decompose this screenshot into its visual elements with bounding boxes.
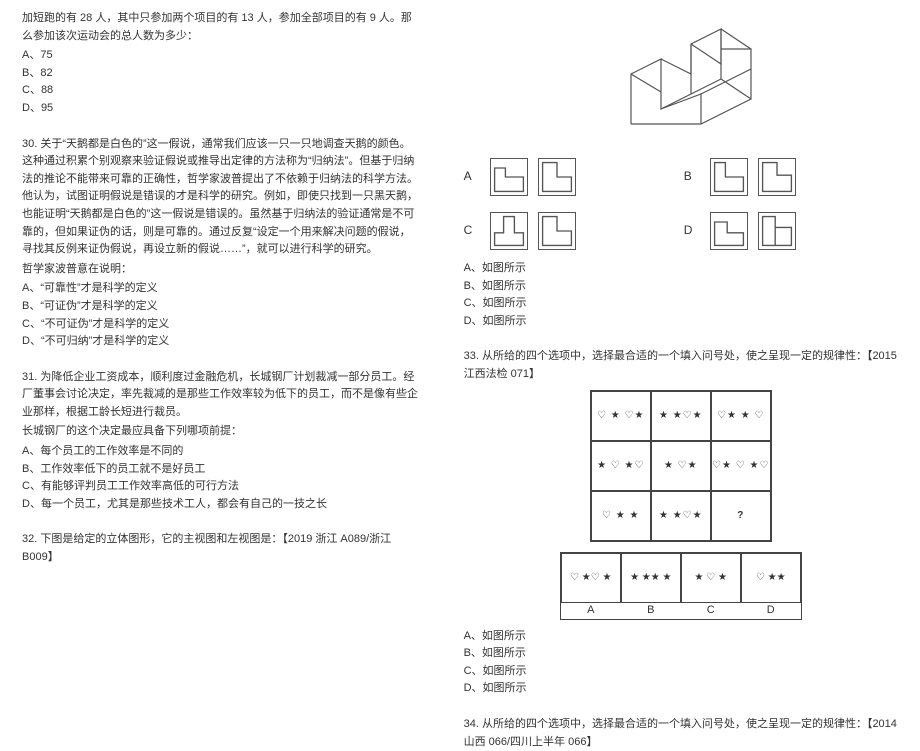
q31-text: 31. 为降低企业工资成本，顺利度过金融危机，长城钢厂计划裁减一部分员工。经厂董… bbox=[22, 369, 420, 422]
q32-choice-b-shapes bbox=[710, 158, 898, 196]
q33-question-mark: ? bbox=[711, 491, 771, 541]
q33-cell: ♡ ★ ★ bbox=[591, 491, 651, 541]
q33-cell: ★ ♡★ bbox=[651, 441, 711, 491]
q32-choices-text: A、如图所示 B、如图所示 C、如图所示 D、如图所示 bbox=[464, 260, 898, 330]
q32-choice-b: B、如图所示 bbox=[464, 278, 898, 296]
q33-ans-label: B bbox=[621, 603, 681, 619]
q29-choice-d: D、95 bbox=[22, 100, 420, 118]
question-32: 32. 下图是给定的立体图形，它的主视图和左视图是：【2019 浙江 A089/… bbox=[22, 531, 420, 566]
q33-ans-cell: ★ ★★ ★ bbox=[621, 553, 681, 603]
q33-choice-a: A、如图所示 bbox=[464, 628, 898, 646]
q33-choice-b: B、如图所示 bbox=[464, 645, 898, 663]
q33-cell: ♡ ★ ♡★ bbox=[591, 391, 651, 441]
question-31: 31. 为降低企业工资成本，顺利度过金融危机，长城钢厂计划裁减一部分员工。经厂董… bbox=[22, 369, 420, 514]
isometric-shape-icon bbox=[601, 14, 761, 144]
question-33: 33. 从所给的四个选项中，选择最合适的一个填入问号处，使之呈现一定的规律性：【… bbox=[464, 348, 898, 698]
q33-ans-label: A bbox=[561, 603, 621, 619]
q31-choice-c: C、有能够评判员工工作效率高低的可行方法 bbox=[22, 478, 420, 496]
q29-choice-a: A、75 bbox=[22, 47, 420, 65]
label-d: D bbox=[684, 221, 704, 240]
q32-choice-d-shapes bbox=[710, 212, 898, 250]
q29-text: 加短跑的有 28 人，其中只参加两个项目的有 13 人，参加全部项目的有 9 人… bbox=[22, 10, 420, 45]
question-29: 加短跑的有 28 人，其中只参加两个项目的有 13 人，参加全部项目的有 9 人… bbox=[22, 10, 420, 118]
q30-text: 30. 关于“天鹅都是白色的”这一假说，通常我们应该一只一只地调查天鹅的颜色。这… bbox=[22, 136, 420, 259]
q32-text: 32. 下图是给定的立体图形，它的主视图和左视图是：【2019 浙江 A089/… bbox=[22, 531, 420, 566]
q30-choice-a: A、“可靠性”才是科学的定义 bbox=[22, 280, 420, 298]
q30-choice-c: C、“不可证伪”才是科学的定义 bbox=[22, 316, 420, 334]
q30-sub: 哲学家波普意在说明： bbox=[22, 261, 420, 279]
q33-ans-cell: ★ ♡ ★ bbox=[681, 553, 741, 603]
q32-choice-c-shapes bbox=[490, 212, 678, 250]
q34-text: 34. 从所给的四个选项中，选择最合适的一个填入问号处，使之呈现一定的规律性：【… bbox=[464, 716, 898, 751]
q33-ans-cell: ♡ ★★ bbox=[741, 553, 801, 603]
q32-choice-grid: A B C D bbox=[464, 158, 898, 250]
q33-text: 33. 从所给的四个选项中，选择最合适的一个填入问号处，使之呈现一定的规律性：【… bbox=[464, 348, 898, 383]
q31-sub: 长城钢厂的这个决定最应具备下列哪项前提： bbox=[22, 423, 420, 441]
q33-answer-grid: ♡ ★♡ ★ ★ ★★ ★ ★ ♡ ★ ♡ ★★ A B C D bbox=[560, 552, 802, 620]
label-a: A bbox=[464, 167, 484, 186]
q33-ans-label: C bbox=[681, 603, 741, 619]
question-30: 30. 关于“天鹅都是白色的”这一假说，通常我们应该一只一只地调查天鹅的颜色。这… bbox=[22, 136, 420, 351]
q33-cell: ♡★ ★ ♡ bbox=[711, 391, 771, 441]
q33-cell: ★ ★♡★ bbox=[651, 391, 711, 441]
q32-choice-a-shapes bbox=[490, 158, 678, 196]
q30-choice-b: B、“可证伪”才是科学的定义 bbox=[22, 298, 420, 316]
label-b: B bbox=[684, 167, 704, 186]
question-34: 34. 从所给的四个选项中，选择最合适的一个填入问号处，使之呈现一定的规律性：【… bbox=[464, 716, 898, 751]
q29-choice-b: B、82 bbox=[22, 65, 420, 83]
q32-choice-a: A、如图所示 bbox=[464, 260, 898, 278]
q33-cell: ★ ♡ ★♡ bbox=[591, 441, 651, 491]
q33-cell: ★ ★♡★ bbox=[651, 491, 711, 541]
q32-3d-figure bbox=[464, 14, 898, 144]
q30-choice-d: D、“不可归纳”才是科学的定义 bbox=[22, 333, 420, 351]
q32-choice-c: C、如图所示 bbox=[464, 295, 898, 313]
q33-grid: ♡ ★ ♡★ ★ ★♡★ ♡★ ★ ♡ ★ ♡ ★♡ ★ ♡★ ♡★ ♡ ★♡ … bbox=[590, 390, 772, 542]
q31-choice-d: D、每一个员工，尤其是那些技术工人，都会有自己的一技之长 bbox=[22, 496, 420, 514]
q33-cell: ♡★ ♡ ★♡ bbox=[711, 441, 771, 491]
q31-choice-a: A、每个员工的工作效率是不同的 bbox=[22, 443, 420, 461]
q32-choice-d: D、如图所示 bbox=[464, 313, 898, 331]
q31-choice-b: B、工作效率低下的员工就不是好员工 bbox=[22, 461, 420, 479]
q29-choice-c: C、88 bbox=[22, 82, 420, 100]
q33-choice-c: C、如图所示 bbox=[464, 663, 898, 681]
q33-ans-label: D bbox=[741, 603, 801, 619]
q33-ans-cell: ♡ ★♡ ★ bbox=[561, 553, 621, 603]
q33-choice-d: D、如图所示 bbox=[464, 680, 898, 698]
label-c: C bbox=[464, 221, 484, 240]
